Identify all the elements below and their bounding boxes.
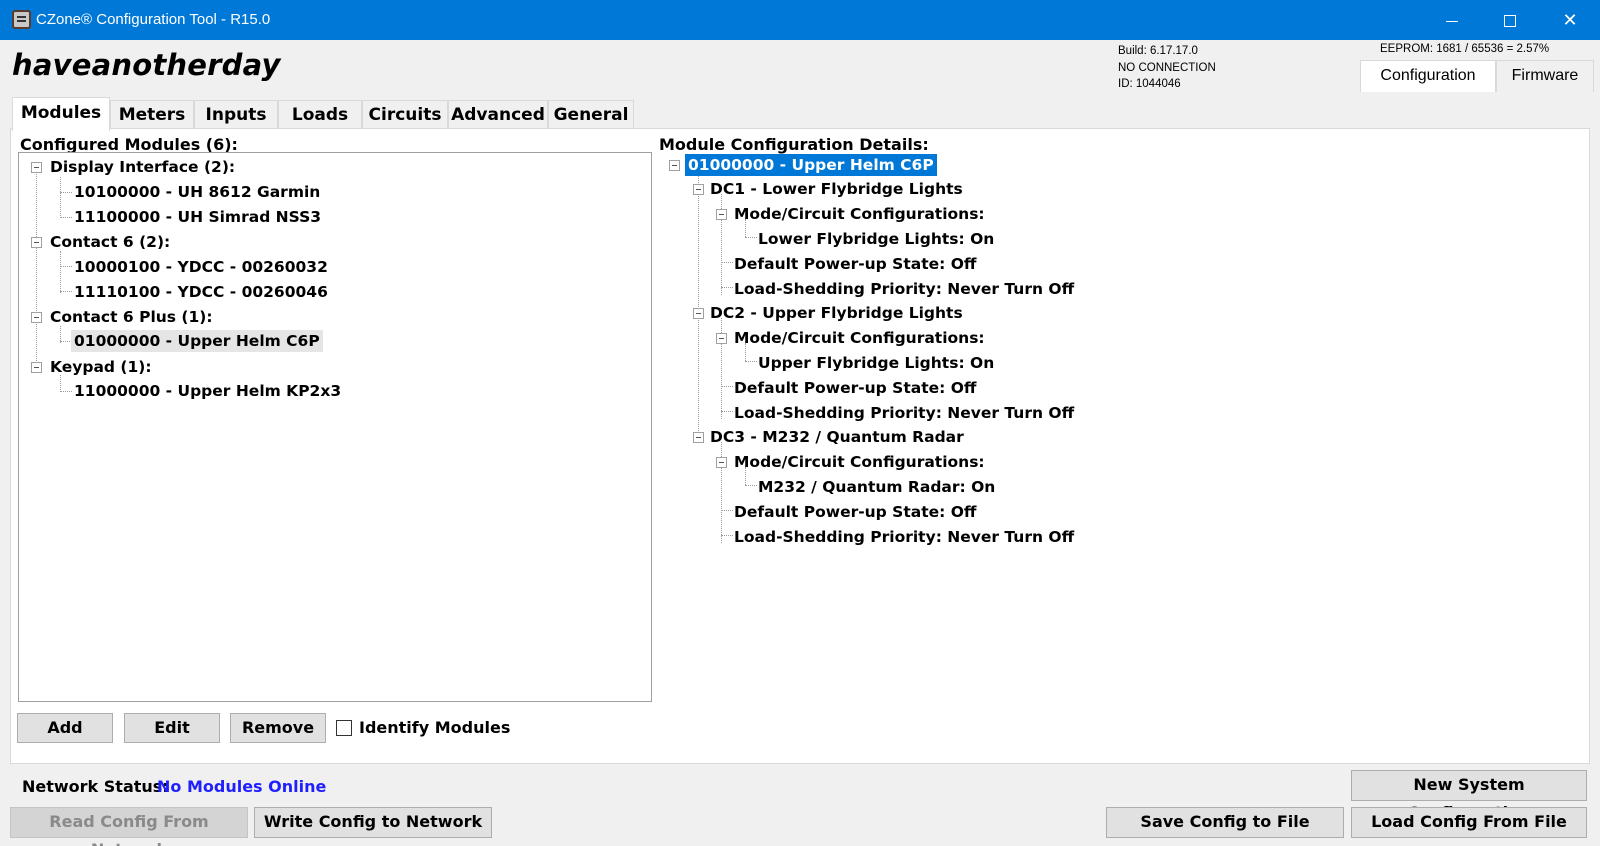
- tree-group-contact-6-plus[interactable]: Contact 6 Plus (1):: [50, 306, 213, 328]
- load-shed-node[interactable]: Load-Shedding Priority: Never Turn Off: [734, 278, 1074, 300]
- modules-tree[interactable]: Display Interface (2): 10100000 - UH 861…: [18, 152, 652, 702]
- tree-group-display-interface[interactable]: Display Interface (2):: [50, 156, 235, 178]
- tab-loads[interactable]: Loads: [278, 100, 362, 130]
- tree-item-module[interactable]: 10000100 - YDCC - 00260032: [74, 256, 328, 278]
- tab-firmware[interactable]: Firmware: [1496, 60, 1594, 92]
- tree-connector: [60, 192, 72, 193]
- system-id: ID: 1044046: [1118, 78, 1181, 90]
- mode-value-node[interactable]: M232 / Quantum Radar: On: [758, 476, 995, 498]
- collapse-toggle-icon[interactable]: [693, 432, 704, 443]
- save-config-to-file-button[interactable]: Save Config to File: [1106, 807, 1344, 838]
- tab-configuration[interactable]: Configuration: [1360, 60, 1496, 92]
- new-system-configuration-button[interactable]: New System Configuration: [1351, 770, 1587, 822]
- tree-connector: [721, 535, 733, 536]
- tree-group-contact-6[interactable]: Contact 6 (2):: [50, 231, 170, 253]
- network-status-label: Network Status:: [22, 777, 169, 796]
- tree-connector: [721, 262, 733, 263]
- tree-connector: [36, 171, 37, 371]
- tree-connector: [721, 287, 733, 288]
- collapse-toggle-icon[interactable]: [31, 162, 42, 173]
- power-up-node[interactable]: Default Power-up State: Off: [734, 377, 976, 399]
- mode-value-node[interactable]: Lower Flybridge Lights: On: [758, 228, 994, 250]
- tree-connector: [60, 291, 72, 292]
- collapse-toggle-icon[interactable]: [693, 184, 704, 195]
- tree-connector: [60, 251, 61, 293]
- load-shed-node[interactable]: Load-Shedding Priority: Never Turn Off: [734, 402, 1074, 424]
- mode-config-node[interactable]: Mode/Circuit Configurations:: [734, 327, 985, 349]
- network-status-value: No Modules Online: [157, 777, 327, 796]
- collapse-toggle-icon[interactable]: [716, 457, 727, 468]
- header: haveanotherday Build: 6.17.17.0 NO CONNE…: [0, 40, 1600, 92]
- czone-app-icon: [12, 10, 31, 29]
- tab-circuits[interactable]: Circuits: [362, 100, 448, 130]
- details-tree[interactable]: 01000000 - Upper Helm C6P DC1 - Lower Fl…: [659, 152, 1559, 572]
- tab-meters[interactable]: Meters: [110, 100, 194, 130]
- mode-value-node[interactable]: Upper Flybridge Lights: On: [758, 352, 994, 374]
- identify-modules-label: Identify Modules: [359, 718, 511, 737]
- tree-item-module[interactable]: 11110100 - YDCC - 00260046: [74, 281, 328, 303]
- write-config-to-network-button[interactable]: Write Config to Network: [254, 807, 492, 838]
- tree-connector: [745, 485, 757, 486]
- tree-connector: [721, 411, 733, 412]
- load-shed-node[interactable]: Load-Shedding Priority: Never Turn Off: [734, 526, 1074, 548]
- eeprom-usage: EEPROM: 1681 / 65536 = 2.57%: [1380, 43, 1550, 55]
- circuit-node[interactable]: DC2 - Upper Flybridge Lights: [710, 302, 963, 324]
- maximize-button[interactable]: [1480, 0, 1540, 40]
- tab-inputs[interactable]: Inputs: [194, 100, 278, 130]
- circuit-node[interactable]: DC3 - M232 / Quantum Radar: [710, 426, 964, 448]
- build-version: Build: 6.17.17.0: [1118, 45, 1198, 57]
- remove-module-button[interactable]: Remove: [230, 713, 326, 743]
- tree-connector: [745, 237, 757, 238]
- modules-tab-panel: Configured Modules (6): Display Interfac…: [10, 128, 1590, 764]
- collapse-toggle-icon[interactable]: [31, 312, 42, 323]
- maximize-icon: [1504, 15, 1516, 28]
- collapse-toggle-icon[interactable]: [716, 209, 727, 220]
- main-panel: Modules Meters Inputs Loads Circuits Adv…: [10, 92, 1590, 764]
- close-button[interactable]: ✕: [1540, 0, 1600, 40]
- add-module-button[interactable]: Add: [17, 713, 113, 743]
- tree-connector: [721, 386, 733, 387]
- minimize-icon: [1446, 20, 1458, 22]
- tree-item-module[interactable]: 11100000 - UH Simrad NSS3: [74, 206, 321, 228]
- title-bar: CZone® Configuration Tool - R15.0 ✕: [0, 0, 1600, 40]
- collapse-toggle-icon[interactable]: [693, 308, 704, 319]
- collapse-toggle-icon[interactable]: [669, 160, 680, 171]
- tab-advanced[interactable]: Advanced: [448, 100, 548, 130]
- minimize-button[interactable]: [1422, 0, 1482, 40]
- details-root-module[interactable]: 01000000 - Upper Helm C6P: [685, 154, 937, 176]
- build-info: Build: 6.17.17.0 NO CONNECTION ID: 10440…: [1118, 43, 1216, 93]
- system-name: haveanotherday: [12, 48, 281, 82]
- tree-connector: [60, 391, 72, 392]
- tree-connector: [745, 361, 757, 362]
- read-config-from-network-button[interactable]: Read Config From Network: [10, 807, 248, 846]
- window-title: CZone® Configuration Tool - R15.0: [36, 11, 271, 28]
- tree-connector: [721, 510, 733, 511]
- tree-connector: [60, 266, 72, 267]
- power-up-node[interactable]: Default Power-up State: Off: [734, 501, 976, 523]
- tree-connector: [60, 177, 61, 218]
- power-up-node[interactable]: Default Power-up State: Off: [734, 253, 976, 275]
- load-config-from-file-button[interactable]: Load Config From File: [1351, 807, 1587, 838]
- close-icon: ✕: [1562, 10, 1578, 30]
- collapse-toggle-icon[interactable]: [31, 237, 42, 248]
- tree-connector: [698, 170, 699, 443]
- collapse-toggle-icon[interactable]: [716, 333, 727, 344]
- connection-status: NO CONNECTION: [1118, 61, 1216, 74]
- edit-module-button[interactable]: Edit: [124, 713, 220, 743]
- tree-item-module[interactable]: 10100000 - UH 8612 Garmin: [74, 181, 320, 203]
- tree-connector: [60, 217, 72, 218]
- tree-item-module[interactable]: 11000000 - Upper Helm KP2x3: [74, 380, 341, 402]
- tab-general[interactable]: General: [548, 100, 634, 130]
- circuit-node[interactable]: DC1 - Lower Flybridge Lights: [710, 178, 963, 200]
- tree-group-keypad[interactable]: Keypad (1):: [50, 356, 152, 378]
- collapse-toggle-icon[interactable]: [31, 362, 42, 373]
- tab-modules[interactable]: Modules: [12, 97, 110, 131]
- mode-config-node[interactable]: Mode/Circuit Configurations:: [734, 203, 985, 225]
- tree-item-module-selected[interactable]: 01000000 - Upper Helm C6P: [71, 330, 323, 352]
- mode-config-node[interactable]: Mode/Circuit Configurations:: [734, 451, 985, 473]
- identify-modules-checkbox[interactable]: [336, 720, 352, 736]
